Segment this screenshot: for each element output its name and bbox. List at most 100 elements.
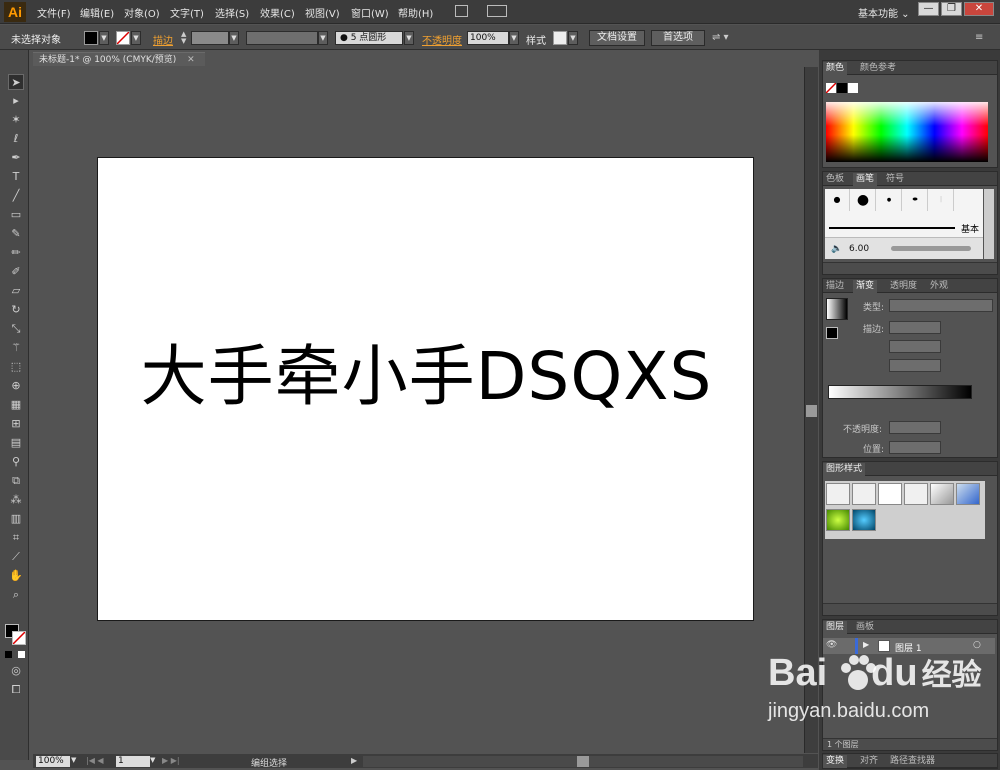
- document-setup-button[interactable]: 文档设置: [589, 30, 645, 46]
- brush-definition-field[interactable]: ● 5 点圆形: [335, 31, 403, 45]
- minimize-button[interactable]: —: [918, 2, 939, 16]
- menu-type[interactable]: 文字(T): [170, 5, 204, 20]
- gradient-tool-icon[interactable]: ▤: [8, 435, 24, 451]
- menu-select[interactable]: 选择(S): [215, 5, 249, 20]
- graphic-style-4[interactable]: [904, 483, 928, 505]
- artboard[interactable]: 大手牵小手DSQXS: [97, 157, 754, 621]
- first-artboard-icon[interactable]: |◀ ◀: [86, 756, 104, 765]
- tab-color-guide[interactable]: 颜色参考: [857, 62, 899, 75]
- graphic-styles-grid[interactable]: [825, 481, 985, 539]
- gradient-aspect-field[interactable]: [889, 359, 941, 372]
- chevron-down-icon[interactable]: ▼: [131, 31, 141, 45]
- none-mode-icon[interactable]: [18, 651, 25, 658]
- stroke-weight-field[interactable]: [191, 31, 229, 45]
- tab-pathfinder[interactable]: 路径查找器: [887, 755, 938, 768]
- artboard-tool-icon[interactable]: ⌗: [8, 530, 24, 546]
- menu-help[interactable]: 帮助(H): [398, 5, 433, 20]
- tab-brushes[interactable]: 画笔: [853, 173, 878, 186]
- brush-calligraphic[interactable]: ⬬: [903, 189, 928, 211]
- gradient-slider[interactable]: [828, 385, 972, 399]
- color-spectrum[interactable]: [826, 102, 988, 162]
- menu-effect[interactable]: 效果(C): [260, 5, 295, 20]
- column-graph-tool-icon[interactable]: ▥: [8, 511, 24, 527]
- chevron-down-icon[interactable]: ▼: [404, 31, 414, 45]
- stroke-color-swatch[interactable]: [12, 631, 26, 645]
- stroke-none-swatch[interactable]: [116, 31, 130, 45]
- scroll-thumb[interactable]: [806, 405, 817, 417]
- tab-layers[interactable]: 图层: [823, 621, 848, 634]
- chevron-down-icon[interactable]: ▼: [568, 31, 578, 45]
- lasso-tool-icon[interactable]: ℓ: [8, 131, 24, 147]
- symbol-sprayer-tool-icon[interactable]: ⁂: [8, 492, 24, 508]
- tab-appearance[interactable]: 外观: [927, 280, 951, 293]
- workspace-switcher[interactable]: 基本功能 ⌄: [858, 5, 910, 20]
- opacity-label[interactable]: 不透明度: [422, 32, 462, 47]
- gradient-fill-swatch[interactable]: [826, 327, 838, 339]
- tab-artboards[interactable]: 画板: [853, 621, 877, 634]
- type-tool-icon[interactable]: T: [8, 169, 24, 185]
- free-transform-tool-icon[interactable]: ⬚: [8, 359, 24, 375]
- graphic-style-5[interactable]: [930, 483, 954, 505]
- blend-tool-icon[interactable]: ⧉: [8, 473, 24, 489]
- white-color-icon[interactable]: [848, 83, 858, 93]
- chevron-down-icon[interactable]: ▼: [318, 31, 328, 45]
- hand-tool-icon[interactable]: ✋: [8, 568, 24, 584]
- artboard-text-object[interactable]: 大手牵小手DSQXS: [98, 323, 755, 419]
- pen-tool-icon[interactable]: ✒: [8, 150, 24, 166]
- panel-menu-icon[interactable]: ≡: [975, 32, 983, 43]
- menu-object[interactable]: 对象(O): [124, 5, 160, 20]
- gradient-position-field[interactable]: [889, 441, 941, 454]
- brush-dot-small[interactable]: ●: [825, 189, 850, 211]
- tab-gradient[interactable]: 渐变: [853, 280, 878, 293]
- brush-dot-large[interactable]: ●: [851, 189, 876, 211]
- basic-brush-stroke[interactable]: [829, 227, 955, 229]
- preferences-button[interactable]: 首选项: [651, 30, 705, 46]
- gradient-stroke-buttons[interactable]: [889, 321, 941, 334]
- graphic-style-6[interactable]: [956, 483, 980, 505]
- chevron-down-icon[interactable]: ▼: [71, 756, 80, 767]
- status-menu-icon[interactable]: ▶: [351, 756, 357, 765]
- art-brush-row[interactable]: 🔈 6.00: [825, 237, 983, 259]
- direct-selection-tool-icon[interactable]: ▸: [8, 93, 24, 109]
- graphic-style-3[interactable]: [878, 483, 902, 505]
- style-swatch[interactable]: [553, 31, 567, 45]
- selection-tool-icon[interactable]: ➤: [8, 74, 24, 90]
- brush-faint[interactable]: |: [929, 189, 954, 211]
- drawing-mode-icon[interactable]: ◎: [8, 663, 24, 679]
- last-artboard-icon[interactable]: ▶ ▶|: [162, 756, 180, 765]
- tab-color[interactable]: 颜色: [823, 62, 848, 75]
- gradient-opacity-field[interactable]: [889, 421, 941, 434]
- close-button[interactable]: ✕: [964, 2, 994, 16]
- warp-tool-icon[interactable]: ⚚: [8, 340, 24, 356]
- tab-symbols[interactable]: 符号: [883, 173, 907, 186]
- menu-view[interactable]: 视图(V): [305, 5, 340, 20]
- graphic-style-2[interactable]: [852, 483, 876, 505]
- tab-graphic-styles[interactable]: 图形样式: [823, 463, 866, 476]
- brush-list[interactable]: ● ● ● ⬬ | 基本 🔈 6.00: [825, 189, 983, 259]
- graphic-style-7[interactable]: [826, 509, 850, 531]
- artboard-number-field[interactable]: 1: [116, 756, 150, 767]
- black-color-icon[interactable]: [837, 83, 847, 93]
- fill-swatch[interactable]: [84, 31, 98, 45]
- scroll-thumb[interactable]: [577, 756, 589, 767]
- tab-transparency[interactable]: 透明度: [887, 280, 920, 293]
- tab-transform[interactable]: 变换: [823, 755, 848, 768]
- color-mode-icon[interactable]: [5, 651, 12, 658]
- magic-wand-tool-icon[interactable]: ✶: [8, 112, 24, 128]
- stroke-label[interactable]: 描边: [153, 32, 173, 47]
- arrange-documents-icon[interactable]: [487, 5, 507, 17]
- brush-dot-tiny[interactable]: ●: [877, 189, 902, 211]
- zoom-tool-icon[interactable]: ⌕: [8, 587, 24, 603]
- screen-mode-icon[interactable]: ⧠: [8, 682, 24, 698]
- restore-button[interactable]: ❐: [941, 2, 962, 16]
- chevron-down-icon[interactable]: ▼: [509, 31, 519, 45]
- perspective-grid-tool-icon[interactable]: ▦: [8, 397, 24, 413]
- tab-stroke[interactable]: 描边: [823, 280, 847, 293]
- blob-brush-tool-icon[interactable]: ✐: [8, 264, 24, 280]
- stepper-icon[interactable]: ▲ ▼: [181, 31, 190, 45]
- line-tool-icon[interactable]: ╱: [8, 188, 24, 204]
- bridge-icon[interactable]: [455, 5, 468, 17]
- tab-align[interactable]: 对齐: [857, 755, 881, 768]
- menu-window[interactable]: 窗口(W): [351, 5, 389, 20]
- opacity-field[interactable]: 100%: [467, 31, 509, 45]
